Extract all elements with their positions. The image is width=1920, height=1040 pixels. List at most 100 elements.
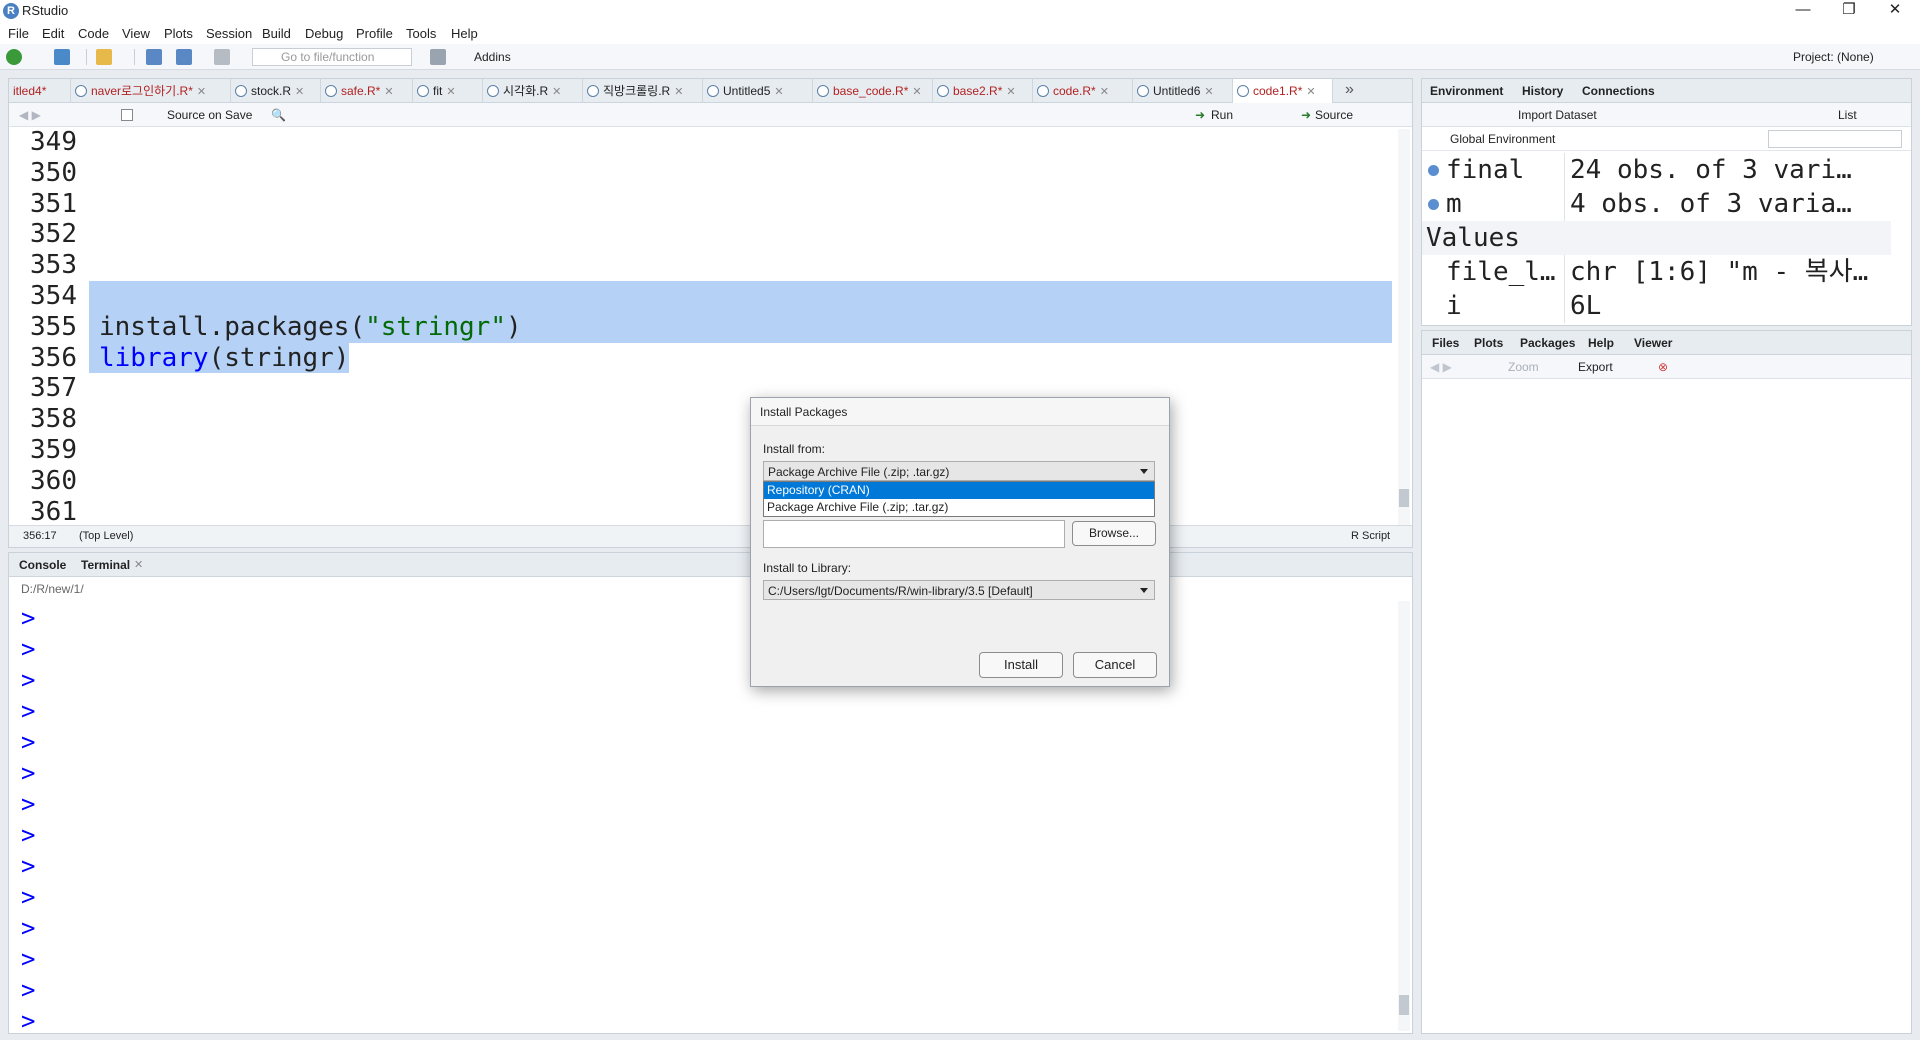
editor-tab[interactable]: code.R* ✕ xyxy=(1033,79,1133,103)
editor-tab[interactable]: Untitled5 ✕ xyxy=(703,79,813,103)
menu-profile[interactable]: Profile xyxy=(356,26,393,41)
goto-file-input[interactable]: Go to file/function xyxy=(252,48,412,66)
filetype-selector[interactable]: R Script xyxy=(1351,530,1390,542)
addins-menu[interactable]: Addins xyxy=(474,50,511,64)
close-tab-icon[interactable]: ✕ xyxy=(1100,86,1109,98)
editor-tab[interactable]: code1.R* ✕ xyxy=(1233,79,1333,103)
remove-plot-icon[interactable]: ⊗ xyxy=(1658,360,1668,374)
editor-tab[interactable]: fit ✕ xyxy=(413,79,483,103)
editor-tab[interactable]: naver로그인하기.R* ✕ xyxy=(71,79,231,103)
install-library-select[interactable]: C:/Users/lgt/Documents/R/win-library/3.5… xyxy=(763,580,1155,600)
menu-session[interactable]: Session xyxy=(206,26,252,41)
editor-tab[interactable]: 직방크롤링.R ✕ xyxy=(583,79,703,103)
save-icon[interactable] xyxy=(146,49,162,65)
cancel-button[interactable]: Cancel xyxy=(1073,652,1157,678)
back-icon[interactable]: ◀ ▶ xyxy=(19,108,41,122)
more-tabs-icon[interactable]: » xyxy=(1345,81,1354,99)
console-scroll-thumb[interactable] xyxy=(1399,995,1409,1015)
menu-tools[interactable]: Tools xyxy=(406,26,436,41)
console-prompt: > xyxy=(21,821,36,849)
tab-files[interactable]: Files xyxy=(1432,336,1459,350)
source-button[interactable]: Source xyxy=(1315,108,1353,122)
console-output[interactable]: > > > > > > > > > > > > > > xyxy=(15,603,1392,1031)
tab-viewer[interactable]: Viewer xyxy=(1634,336,1672,350)
archive-path-input[interactable] xyxy=(763,520,1065,548)
tab-history[interactable]: History xyxy=(1522,84,1563,98)
layout-grid-icon[interactable] xyxy=(430,49,446,65)
import-dataset-button[interactable]: Import Dataset xyxy=(1518,108,1597,122)
tab-connections[interactable]: Connections xyxy=(1582,84,1655,98)
close-window-button[interactable]: ✕ xyxy=(1872,0,1918,22)
tab-environment[interactable]: Environment xyxy=(1430,84,1503,98)
close-tab-icon[interactable]: ✕ xyxy=(674,86,683,98)
editor-tab[interactable]: itled4* xyxy=(9,79,71,103)
project-menu[interactable]: Project: (None) xyxy=(1793,50,1874,64)
env-search-input[interactable] xyxy=(1768,130,1902,148)
console-scrollbar[interactable] xyxy=(1398,601,1410,1031)
new-file-icon[interactable] xyxy=(6,49,22,65)
close-tab-icon[interactable]: ✕ xyxy=(1006,86,1015,98)
tab-plots[interactable]: Plots xyxy=(1474,336,1503,350)
open-file-icon[interactable] xyxy=(96,49,112,65)
source-on-save-checkbox[interactable] xyxy=(121,109,133,121)
env-row[interactable]: m 4 obs. of 3 varia… xyxy=(1422,187,1891,221)
tab-packages[interactable]: Packages xyxy=(1520,336,1575,350)
install-from-select[interactable]: Package Archive File (.zip; .tar.gz) xyxy=(763,461,1155,481)
option-repository[interactable]: Repository (CRAN) xyxy=(764,482,1154,499)
close-icon[interactable]: ✕ xyxy=(134,558,143,571)
editor-scrollbar[interactable] xyxy=(1398,129,1410,525)
menu-build[interactable]: Build xyxy=(262,26,291,41)
env-row[interactable]: final 24 obs. of 3 vari… xyxy=(1422,153,1891,187)
close-tab-icon[interactable]: ✕ xyxy=(552,86,561,98)
expand-icon[interactable] xyxy=(1428,165,1439,176)
menu-debug[interactable]: Debug xyxy=(305,26,343,41)
line-number: 354 xyxy=(30,280,77,311)
scope-selector[interactable]: (Top Level) xyxy=(79,530,133,542)
minimize-button[interactable]: — xyxy=(1780,0,1826,22)
env-row[interactable]: i 6L xyxy=(1422,289,1891,323)
tab-terminal[interactable]: Terminal xyxy=(81,558,130,572)
r-file-icon xyxy=(487,85,499,97)
editor-tab[interactable]: base_code.R* ✕ xyxy=(813,79,933,103)
editor-tab[interactable]: stock.R ✕ xyxy=(231,79,321,103)
editor-tab[interactable]: 시각화.R ✕ xyxy=(483,79,583,103)
editor-tab[interactable]: base2.R* ✕ xyxy=(933,79,1033,103)
print-icon[interactable] xyxy=(214,49,230,65)
tab-console[interactable]: Console xyxy=(19,558,66,572)
option-package-archive[interactable]: Package Archive File (.zip; .tar.gz) xyxy=(764,499,1154,516)
run-button[interactable]: Run xyxy=(1211,108,1233,122)
menu-view[interactable]: View xyxy=(122,26,150,41)
close-tab-icon[interactable]: ✕ xyxy=(774,86,783,98)
install-button[interactable]: Install xyxy=(979,652,1063,678)
menu-edit[interactable]: Edit xyxy=(42,26,64,41)
close-tab-icon[interactable]: ✕ xyxy=(295,86,304,98)
env-row[interactable]: file_l… chr [1:6] "m - 복사… xyxy=(1422,255,1891,289)
editor-scroll-thumb[interactable] xyxy=(1399,489,1409,507)
menu-code[interactable]: Code xyxy=(78,26,109,41)
code-area[interactable]: install.packages("stringr") library(stri… xyxy=(89,127,1392,528)
close-tab-icon[interactable]: ✕ xyxy=(1204,86,1213,98)
maximize-button[interactable]: ❐ xyxy=(1826,0,1872,22)
search-icon[interactable]: 🔍 xyxy=(271,108,286,122)
menu-help[interactable]: Help xyxy=(451,26,478,41)
menu-plots[interactable]: Plots xyxy=(164,26,193,41)
global-environment-selector[interactable]: Global Environment xyxy=(1450,132,1555,146)
list-view-button[interactable]: List xyxy=(1838,108,1857,122)
close-tab-icon[interactable]: ✕ xyxy=(197,86,206,98)
save-all-icon[interactable] xyxy=(176,49,192,65)
new-project-icon[interactable] xyxy=(54,49,70,65)
menu-file[interactable]: File xyxy=(8,26,29,41)
editor-tab[interactable]: Untitled6 ✕ xyxy=(1133,79,1233,103)
zoom-button[interactable]: Zoom xyxy=(1508,360,1539,374)
close-tab-icon[interactable]: ✕ xyxy=(912,86,921,98)
tab-help[interactable]: Help xyxy=(1588,336,1614,350)
close-tab-icon[interactable]: ✕ xyxy=(1306,86,1315,98)
close-tab-icon[interactable]: ✕ xyxy=(446,86,455,98)
browse-button[interactable]: Browse... xyxy=(1072,521,1156,546)
editor-tab[interactable]: safe.R* ✕ xyxy=(321,79,413,103)
back-icon[interactable]: ◀ ▶ xyxy=(1430,360,1452,374)
export-button[interactable]: Export xyxy=(1578,360,1613,374)
expand-icon[interactable] xyxy=(1428,199,1439,210)
close-tab-icon[interactable]: ✕ xyxy=(384,86,393,98)
